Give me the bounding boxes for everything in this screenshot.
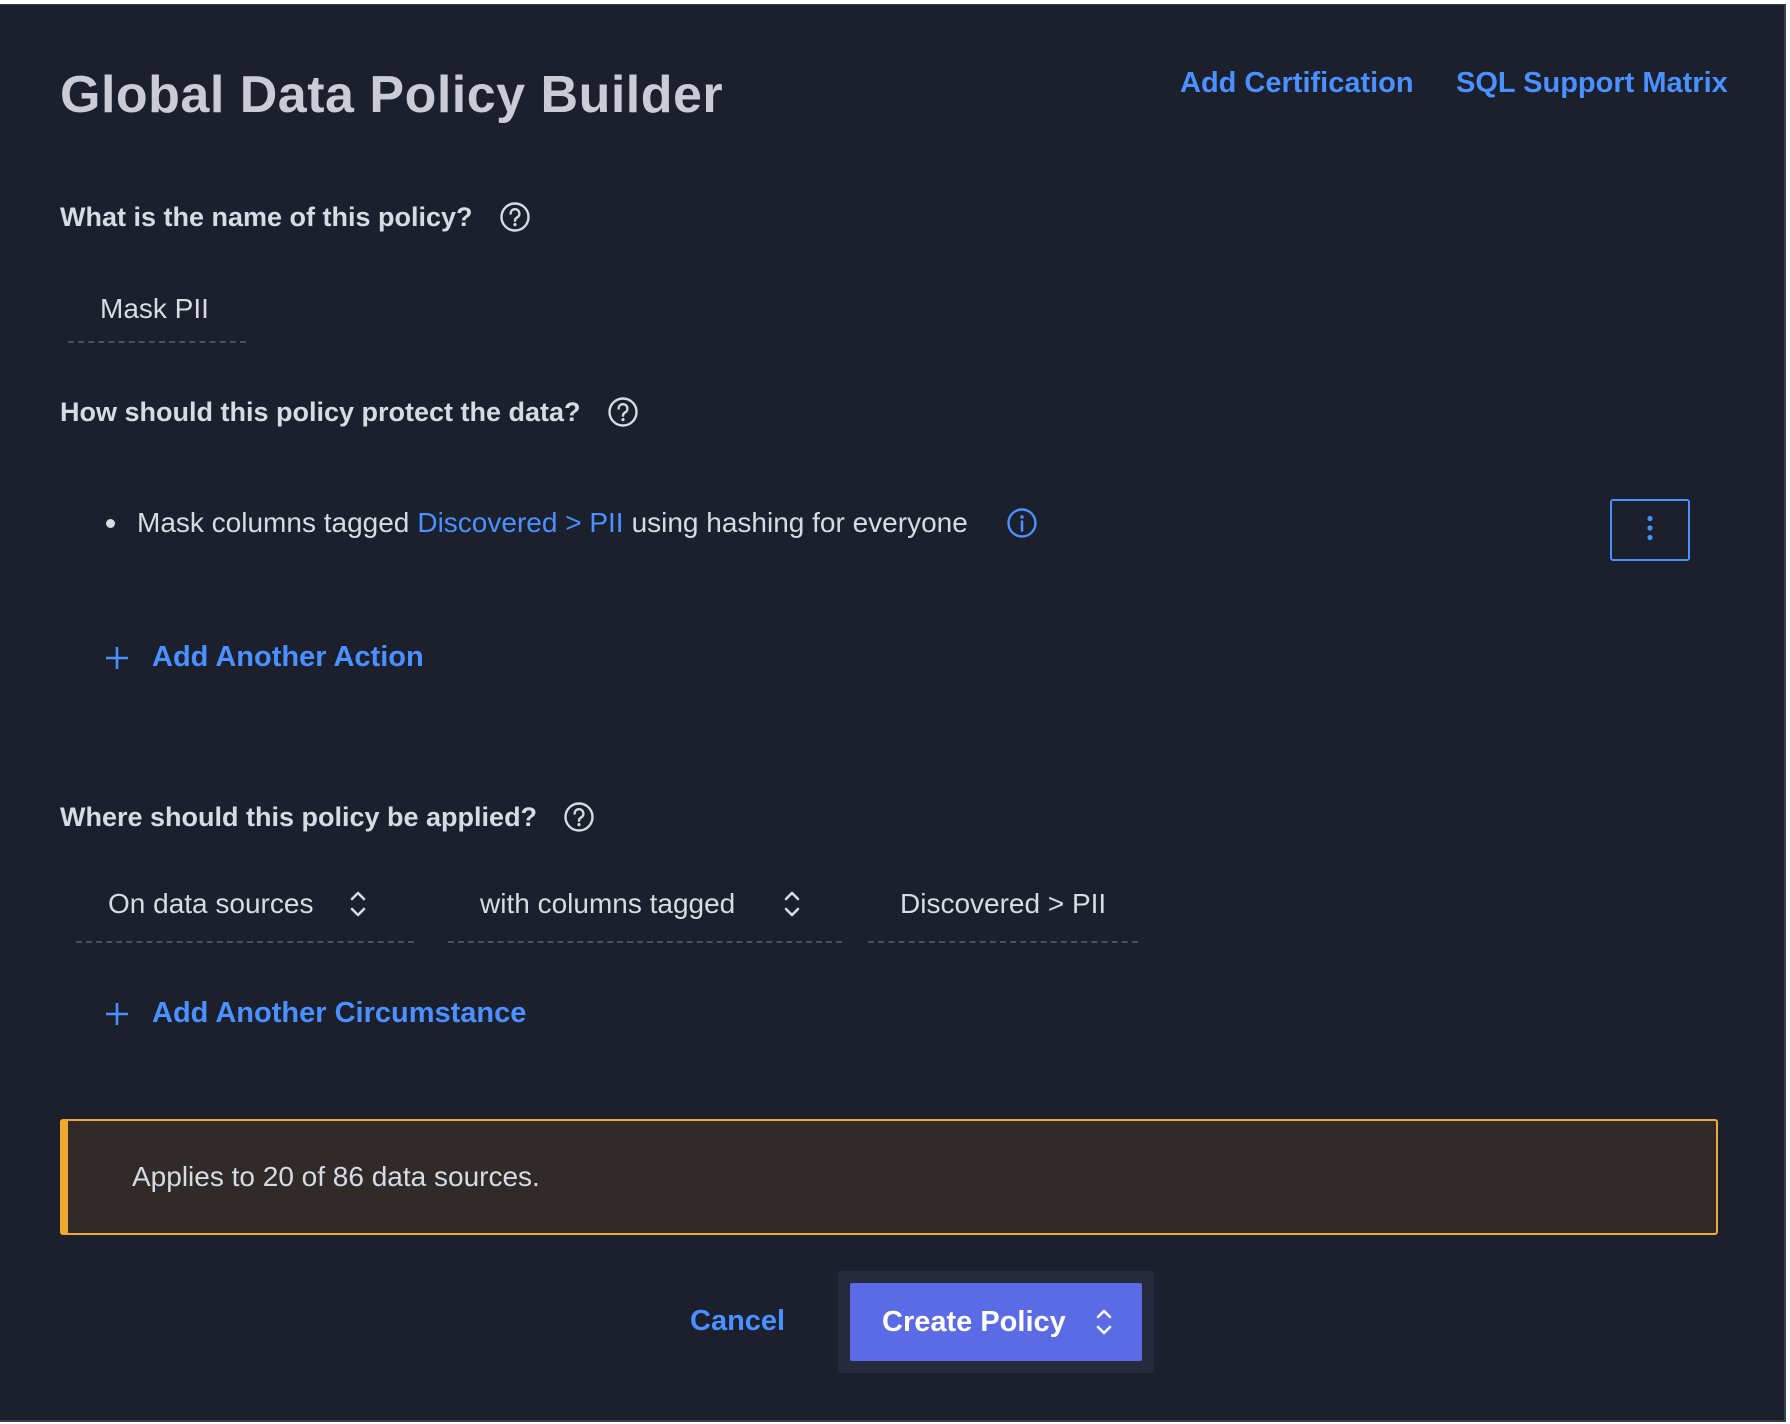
cancel-button[interactable]: Cancel	[690, 1305, 785, 1338]
kebab-menu-icon	[1646, 515, 1654, 546]
action-suffix-text: using hashing for everyone	[631, 507, 968, 538]
condition-select[interactable]: with columns tagged	[448, 867, 842, 943]
policy-name-question-text: What is the name of this policy?	[60, 201, 473, 232]
sql-support-matrix-link[interactable]: SQL Support Matrix	[1456, 67, 1728, 100]
apply-policy-question-text: Where should this policy be applied?	[60, 801, 538, 832]
add-another-action-button[interactable]: Add Another Action	[104, 641, 424, 674]
scope-select[interactable]: On data sources	[76, 867, 414, 943]
page-title: Global Data Policy Builder	[60, 66, 724, 124]
add-another-action-label: Add Another Action	[152, 641, 424, 673]
create-policy-button[interactable]: Create Policy	[850, 1283, 1142, 1361]
create-policy-label: Create Policy	[882, 1305, 1066, 1338]
action-prefix-text: Mask columns tagged	[137, 507, 410, 538]
help-circle-icon[interactable]	[499, 201, 531, 233]
policy-name-input[interactable]: Mask PII	[68, 277, 246, 343]
protect-data-question: How should this policy protect the data?	[60, 396, 639, 428]
plus-icon	[104, 1001, 130, 1027]
plus-icon	[104, 645, 130, 671]
help-circle-icon[interactable]	[563, 801, 595, 833]
apply-policy-question: Where should this policy be applied?	[60, 801, 595, 833]
bullet-dot	[106, 518, 115, 528]
action-menu-button[interactable]	[1610, 499, 1690, 561]
applies-to-notice: Applies to 20 of 86 data sources.	[60, 1119, 1718, 1235]
info-circle-icon[interactable]	[1006, 507, 1038, 539]
policy-name-value: Mask PII	[100, 293, 209, 324]
add-certification-link[interactable]: Add Certification	[1180, 67, 1414, 100]
policy-name-question: What is the name of this policy?	[60, 201, 531, 233]
up-down-chevron-icon	[782, 888, 802, 920]
action-tag-link[interactable]: Discovered > PII	[417, 507, 623, 539]
scope-select-value: On data sources	[108, 888, 314, 919]
protect-data-question-text: How should this policy protect the data?	[60, 396, 581, 427]
up-down-chevron-icon	[1094, 1306, 1114, 1338]
create-policy-button-focus-ring: Create Policy	[838, 1271, 1154, 1373]
condition-select-value: with columns tagged	[480, 888, 736, 919]
add-another-circumstance-button[interactable]: Add Another Circumstance	[104, 997, 526, 1030]
tag-value-field[interactable]: Discovered > PII	[868, 867, 1138, 943]
add-another-circumstance-label: Add Another Circumstance	[152, 997, 527, 1029]
applies-to-notice-text: Applies to 20 of 86 data sources.	[132, 1161, 540, 1192]
help-circle-icon[interactable]	[607, 396, 639, 428]
up-down-chevron-icon	[348, 888, 368, 920]
tag-value-text: Discovered > PII	[900, 888, 1107, 919]
policy-builder-panel: Global Data Policy Builder Add Certifica…	[0, 4, 1786, 1422]
policy-action-item: Mask columns tagged Discovered > PII usi…	[106, 507, 1038, 539]
